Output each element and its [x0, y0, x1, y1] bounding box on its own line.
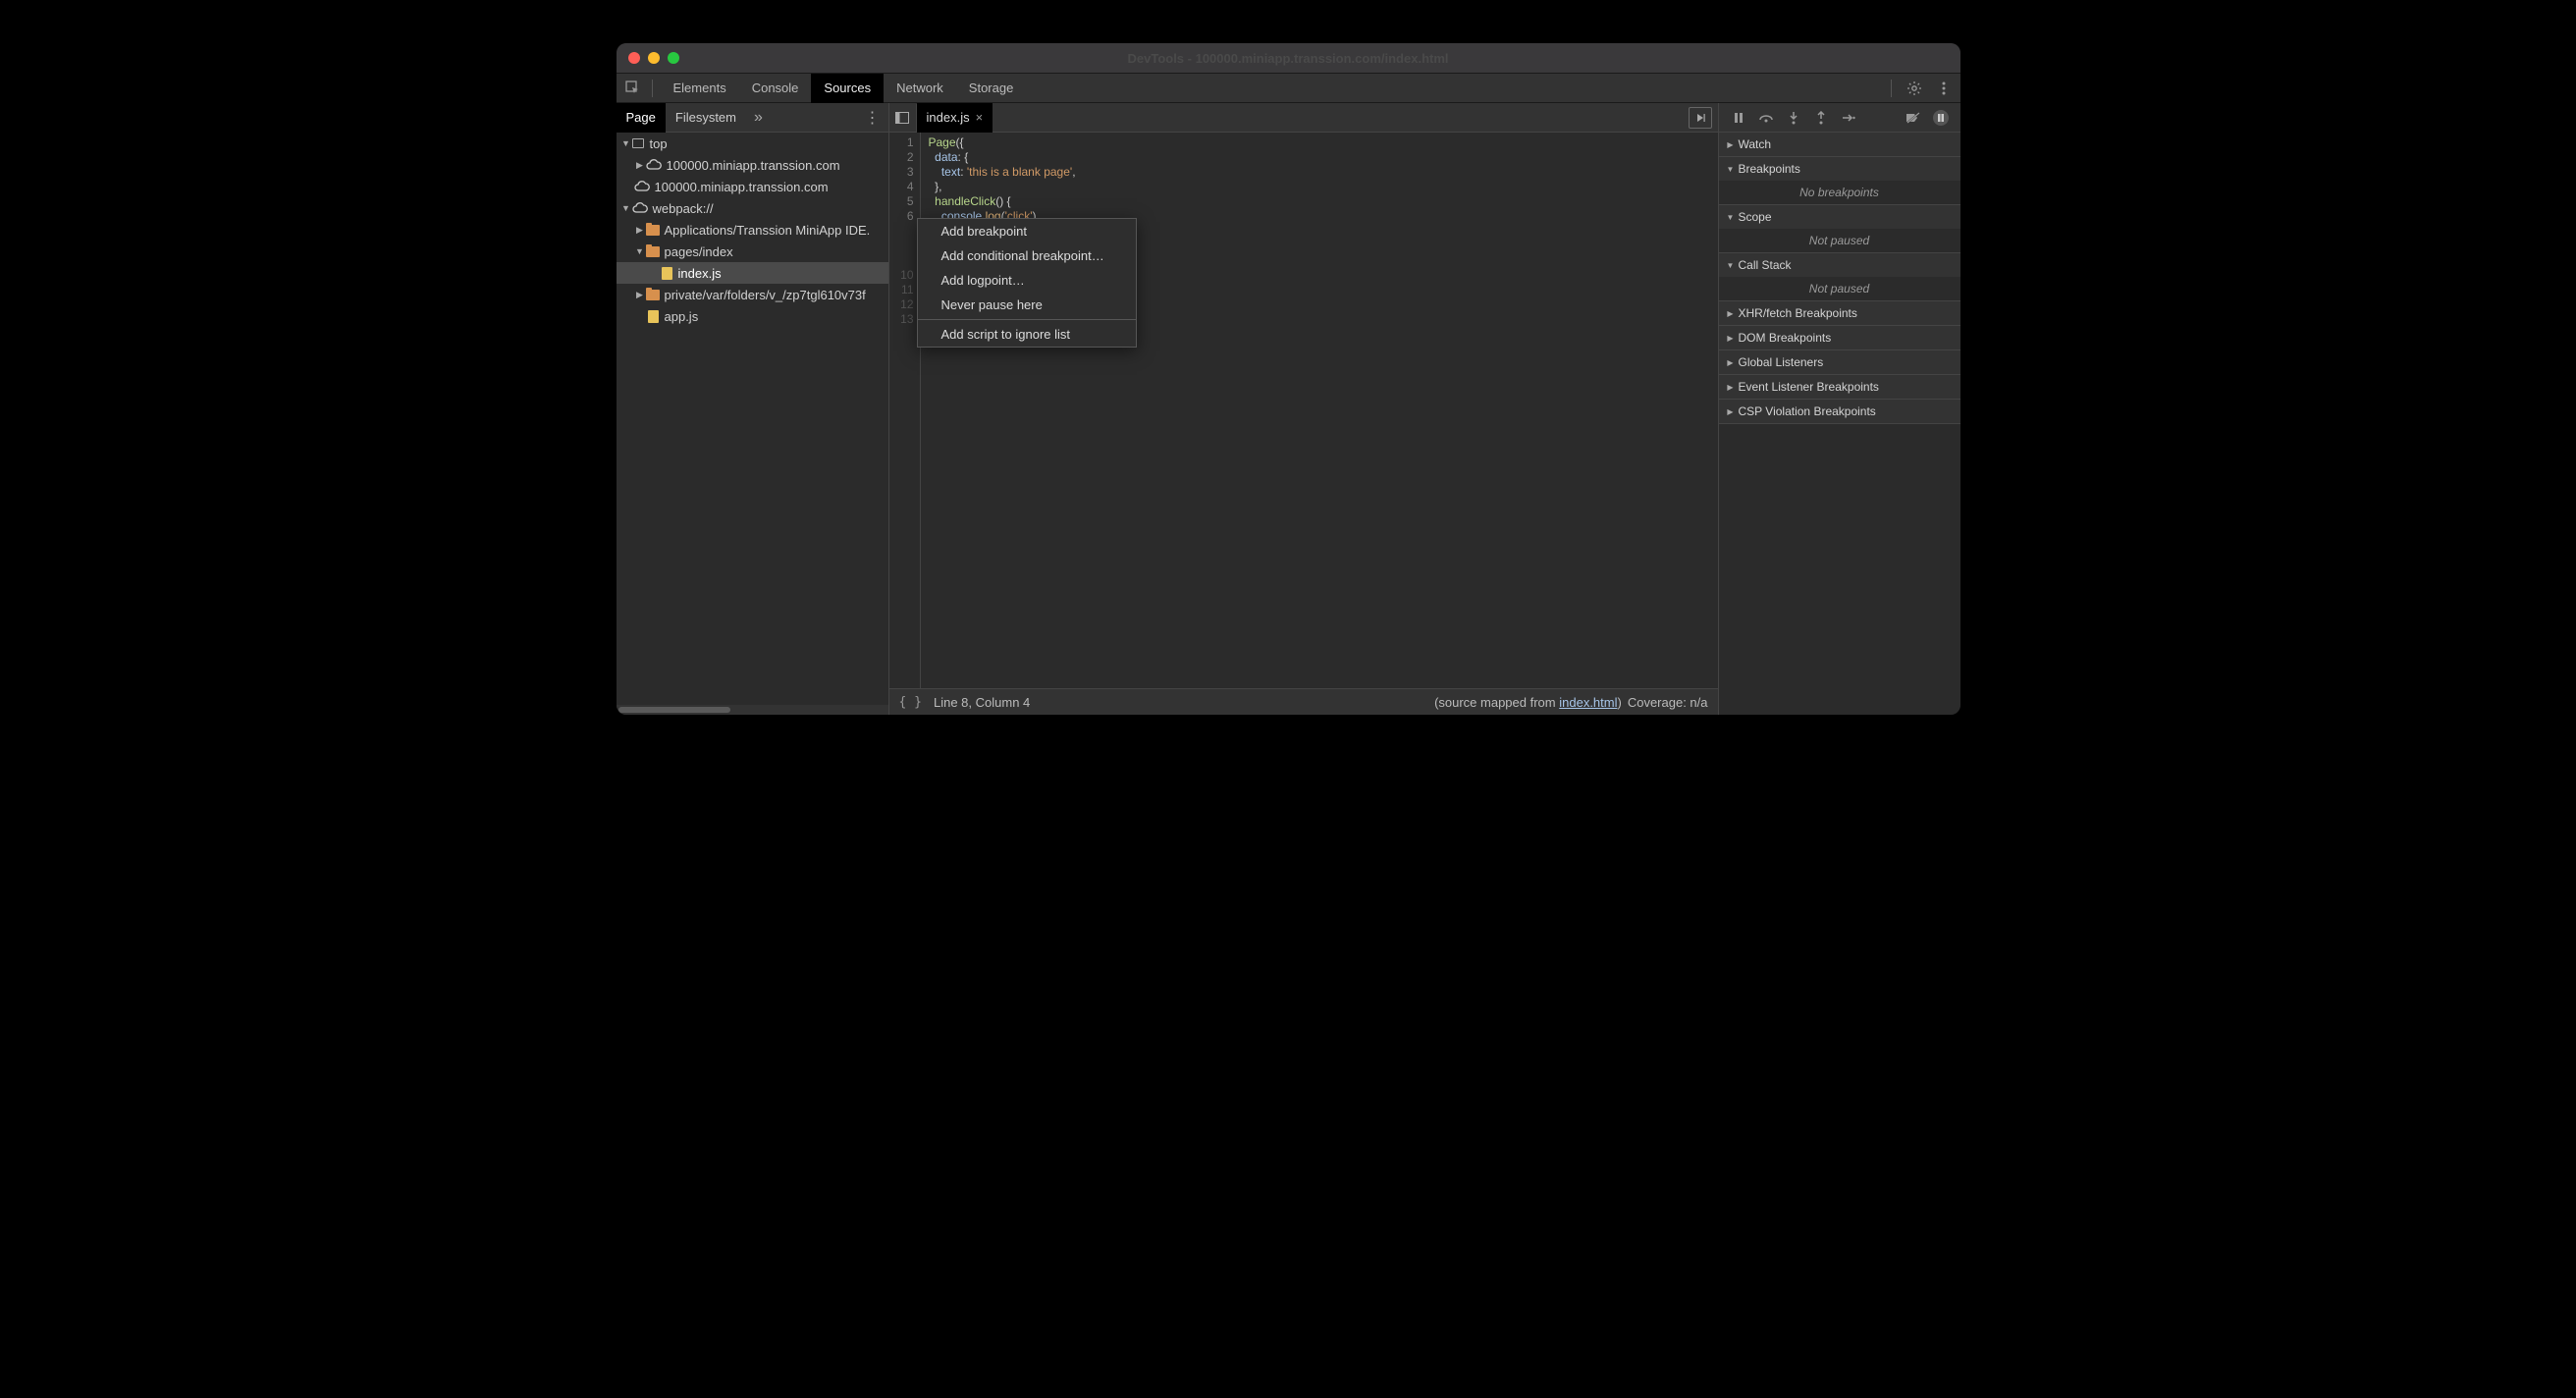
tree-file-index-js[interactable]: index.js — [617, 262, 888, 284]
close-tab-icon[interactable]: × — [976, 110, 984, 125]
ctx-add-conditional-breakpoint[interactable]: Add conditional breakpoint… — [918, 243, 1136, 268]
global-listeners-section[interactable]: ▶Global Listeners — [1719, 350, 1960, 374]
tree-domain-2[interactable]: 100000.miniapp.transsion.com — [617, 176, 888, 197]
line-gutter[interactable]: 1 2 3 4 5 6 10 11 12 13 — [889, 133, 921, 688]
top-toolbar: Elements Console Sources Network Storage — [617, 74, 1960, 103]
nav-more-icon[interactable]: » — [746, 109, 771, 127]
ctx-add-logpoint[interactable]: Add logpoint… — [918, 268, 1136, 293]
tab-storage[interactable]: Storage — [956, 74, 1027, 103]
breakpoints-section[interactable]: ▼Breakpoints — [1719, 157, 1960, 181]
deactivate-breakpoints-icon[interactable] — [1905, 110, 1921, 126]
callstack-section[interactable]: ▼Call Stack — [1719, 253, 1960, 277]
divider — [1891, 80, 1892, 97]
navigator-panel: Page Filesystem » ⋮ ▼top ▶100000.miniapp… — [617, 103, 889, 715]
minimize-button[interactable] — [648, 52, 660, 64]
zoom-button[interactable] — [668, 52, 679, 64]
tab-elements[interactable]: Elements — [661, 74, 739, 103]
traffic-lights — [617, 52, 679, 64]
editor-status-bar: { } Line 8, Column 4 (source mapped from… — [889, 688, 1718, 715]
ctx-never-pause[interactable]: Never pause here — [918, 293, 1136, 317]
folder-icon — [646, 290, 660, 300]
devtools-window: DevTools - 100000.miniapp.transsion.com/… — [617, 43, 1960, 715]
navigator-scrollbar[interactable] — [617, 705, 888, 715]
debugger-toolbar — [1719, 103, 1960, 133]
code-editor[interactable]: 1 2 3 4 5 6 10 11 12 13 Page({ data: — [889, 133, 1718, 688]
folder-icon — [646, 246, 660, 257]
step-into-icon[interactable] — [1786, 110, 1801, 126]
frame-icon — [632, 138, 644, 148]
source-map-link[interactable]: index.html — [1559, 695, 1617, 710]
titlebar: DevTools - 100000.miniapp.transsion.com/… — [617, 43, 1960, 74]
nav-kebab-icon[interactable]: ⋮ — [857, 108, 888, 128]
csp-breakpoints-section[interactable]: ▶CSP Violation Breakpoints — [1719, 400, 1960, 423]
cloud-icon — [632, 202, 648, 214]
code-content[interactable]: Page({ data: { text: 'this is a blank pa… — [921, 133, 1718, 688]
gear-icon[interactable] — [1904, 78, 1925, 99]
step-out-icon[interactable] — [1813, 110, 1829, 126]
editor-tab-index-js[interactable]: index.js × — [917, 103, 993, 133]
tree-top-frame[interactable]: ▼top — [617, 133, 888, 154]
folder-icon — [646, 225, 660, 236]
nav-tab-page[interactable]: Page — [617, 103, 666, 133]
coverage-label: Coverage: n/a — [1628, 695, 1708, 710]
step-over-icon[interactable] — [1758, 110, 1774, 126]
scope-not-paused: Not paused — [1719, 229, 1960, 252]
scope-section[interactable]: ▼Scope — [1719, 205, 1960, 229]
tree-pages-index-folder[interactable]: ▼pages/index — [617, 241, 888, 262]
navigator-tabs: Page Filesystem » ⋮ — [617, 103, 888, 133]
nav-tab-filesystem[interactable]: Filesystem — [666, 103, 746, 133]
editor-tabs: index.js × — [889, 103, 1718, 133]
tree-private-folder[interactable]: ▶private/var/folders/v_/zp7tgl610v73f — [617, 284, 888, 305]
pretty-print-button[interactable]: { } — [899, 695, 922, 710]
divider — [652, 80, 653, 97]
tree-file-app-js[interactable]: app.js — [617, 305, 888, 327]
cursor-position: Line 8, Column 4 — [934, 695, 1030, 710]
tab-console[interactable]: Console — [739, 74, 812, 103]
ctx-separator — [918, 319, 1136, 320]
context-menu: Add breakpoint Add conditional breakpoin… — [917, 218, 1137, 348]
close-button[interactable] — [628, 52, 640, 64]
breakpoints-empty: No breakpoints — [1719, 181, 1960, 204]
debugger-sidebar: ▶Watch ▼Breakpoints No breakpoints ▼Scop… — [1718, 103, 1960, 715]
cloud-icon — [646, 159, 662, 171]
cloud-icon — [634, 181, 650, 192]
inspect-element-icon[interactable] — [622, 78, 644, 99]
file-icon — [662, 267, 672, 280]
tree-domain-1[interactable]: ▶100000.miniapp.transsion.com — [617, 154, 888, 176]
xhr-breakpoints-section[interactable]: ▶XHR/fetch Breakpoints — [1719, 301, 1960, 325]
file-tree: ▼top ▶100000.miniapp.transsion.com 10000… — [617, 133, 888, 705]
pause-on-exceptions-icon[interactable] — [1933, 110, 1949, 126]
callstack-not-paused: Not paused — [1719, 277, 1960, 300]
editor-pane: index.js × 1 2 3 4 5 6 10 — [889, 103, 1718, 715]
source-mapped-label: (source mapped from index.html) — [1434, 695, 1622, 710]
tree-webpack[interactable]: ▼webpack:// — [617, 197, 888, 219]
ctx-add-ignore-list[interactable]: Add script to ignore list — [918, 322, 1136, 347]
event-listener-breakpoints-section[interactable]: ▶Event Listener Breakpoints — [1719, 375, 1960, 399]
dom-breakpoints-section[interactable]: ▶DOM Breakpoints — [1719, 326, 1960, 350]
ctx-add-breakpoint[interactable]: Add breakpoint — [918, 219, 1136, 243]
pause-icon[interactable] — [1731, 110, 1746, 126]
run-snippet-button[interactable] — [1689, 107, 1712, 129]
window-title: DevTools - 100000.miniapp.transsion.com/… — [1127, 51, 1448, 66]
tab-sources[interactable]: Sources — [811, 74, 884, 103]
watch-section[interactable]: ▶Watch — [1719, 133, 1960, 156]
toggle-navigator-icon[interactable] — [889, 104, 917, 132]
tree-applications-folder[interactable]: ▶Applications/Transsion MiniApp IDE. — [617, 219, 888, 241]
main-area: Page Filesystem » ⋮ ▼top ▶100000.miniapp… — [617, 103, 1960, 715]
step-icon[interactable] — [1841, 110, 1856, 126]
tab-network[interactable]: Network — [884, 74, 956, 103]
file-icon — [648, 310, 659, 323]
kebab-icon[interactable] — [1933, 78, 1955, 99]
